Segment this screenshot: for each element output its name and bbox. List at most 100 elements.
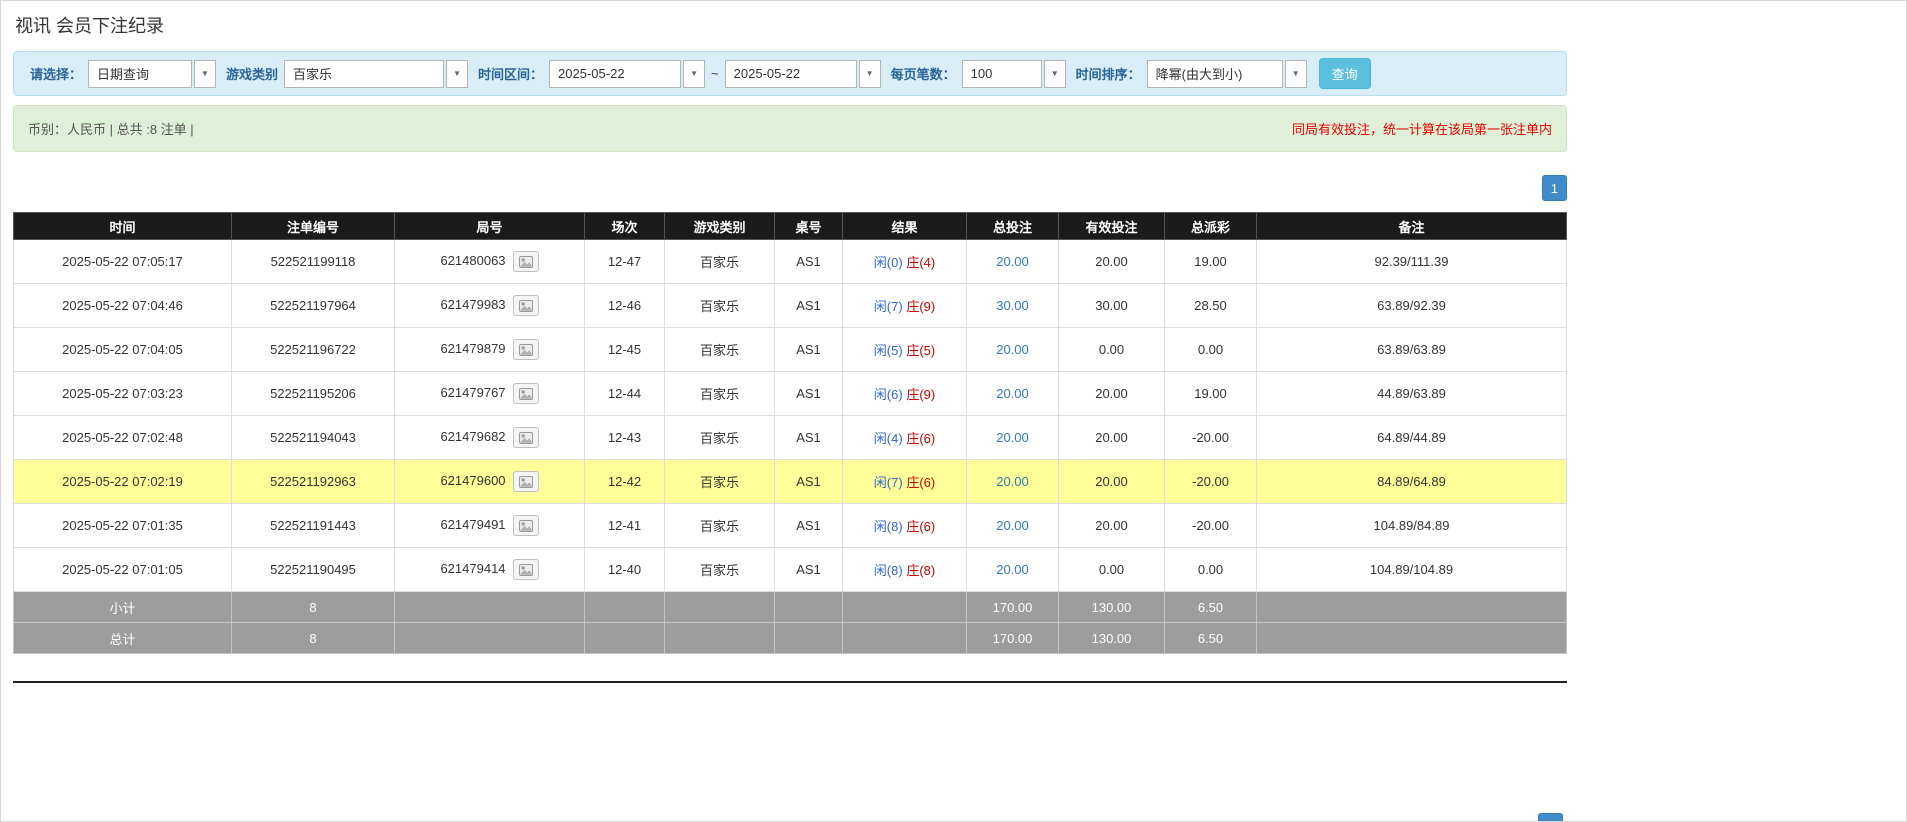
total-bet-link[interactable]: 30.00 xyxy=(996,298,1029,313)
cell-round-id: 621479983 xyxy=(394,283,585,328)
table-row: 2025-05-22 07:02:48 522521194043 621479682… xyxy=(13,415,1567,460)
cell-round-id: 621479767 xyxy=(394,371,585,416)
game-type-combobox[interactable]: 百家乐 ▼ xyxy=(284,59,469,88)
subtotal-payout: 6.50 xyxy=(1164,591,1257,623)
sort-order-combobox[interactable]: 降幂(由大到小) ▼ xyxy=(1146,59,1307,88)
video-preview-icon xyxy=(518,431,533,444)
round-media-button[interactable] xyxy=(512,559,539,580)
result-banker: 庄(6) xyxy=(906,519,936,534)
total-bet-link[interactable]: 20.00 xyxy=(996,254,1029,269)
empty-cell xyxy=(584,622,665,654)
cell-round-id: 621479414 xyxy=(394,547,585,592)
round-media-button[interactable] xyxy=(512,339,539,360)
round-media-button[interactable] xyxy=(512,515,539,536)
cell-total-bet: 20.00 xyxy=(966,239,1059,284)
date-to-combobox[interactable]: 2025-05-22 ▼ xyxy=(724,59,881,88)
valid-bet-notice: 同局有效投注，统一计算在该局第一张注单内 xyxy=(1291,122,1552,137)
total-bet-link[interactable]: 20.00 xyxy=(996,518,1029,533)
cell-valid-bet: 20.00 xyxy=(1058,459,1165,504)
round-media-button[interactable] xyxy=(512,427,539,448)
total-bet-link[interactable]: 20.00 xyxy=(996,474,1029,489)
empty-cell xyxy=(664,591,775,623)
chevron-down-icon[interactable]: ▼ xyxy=(683,59,706,88)
page-size-value[interactable]: 100 xyxy=(961,59,1042,88)
video-preview-icon xyxy=(518,387,533,400)
sort-order-value[interactable]: 降幂(由大到小) xyxy=(1146,59,1283,88)
cell-note: 44.89/63.89 xyxy=(1256,371,1567,416)
table-row: 2025-05-22 07:03:23 522521195206 621479767… xyxy=(13,371,1567,416)
cell-round-id: 621479682 xyxy=(394,415,585,460)
chevron-down-icon[interactable]: ▼ xyxy=(1284,59,1307,88)
empty-cell xyxy=(664,622,775,654)
cell-total-bet: 20.00 xyxy=(966,327,1059,372)
query-type-combobox[interactable]: 日期查询 ▼ xyxy=(88,59,217,88)
empty-cell xyxy=(774,622,843,654)
cell-game-type: 百家乐 xyxy=(664,459,775,504)
result-player: 闲(8) xyxy=(873,563,903,578)
video-preview-icon xyxy=(518,563,533,576)
query-button[interactable]: 查询 xyxy=(1318,58,1371,89)
date-to-value[interactable]: 2025-05-22 xyxy=(724,59,857,88)
cell-note: 63.89/63.89 xyxy=(1256,327,1567,372)
cell-valid-bet: 20.00 xyxy=(1058,503,1165,548)
cell-game-type: 百家乐 xyxy=(664,283,775,328)
cell-payout: -20.00 xyxy=(1164,415,1257,460)
cell-bet-id: 522521199118 xyxy=(231,239,395,284)
cell-bet-id: 522521192963 xyxy=(231,459,395,504)
chevron-down-icon[interactable]: ▼ xyxy=(446,59,469,88)
cell-result: 闲(8) 庄(6) xyxy=(842,503,967,548)
game-type-value[interactable]: 百家乐 xyxy=(284,59,445,88)
table-row: 2025-05-22 07:04:05 522521196722 621479879… xyxy=(13,327,1567,372)
empty-cell xyxy=(394,622,585,654)
page-1-button[interactable]: 1 xyxy=(1541,175,1567,201)
total-bet-link[interactable]: 20.00 xyxy=(996,386,1029,401)
round-media-button[interactable] xyxy=(512,251,539,272)
chevron-down-icon[interactable]: ▼ xyxy=(1043,59,1066,88)
cell-result: 闲(5) 庄(5) xyxy=(842,327,967,372)
chevron-down-icon[interactable]: ▼ xyxy=(194,59,217,88)
cell-session: 12-41 xyxy=(584,503,665,548)
cell-bet-id: 522521197964 xyxy=(231,283,395,328)
cell-table-no: AS1 xyxy=(774,503,843,548)
cell-round-id: 621480063 xyxy=(394,239,585,284)
column-header: 备注 xyxy=(1256,212,1567,240)
filter-bar: 请选择： 日期查询 ▼ 游戏类别 百家乐 ▼ 时间区间： 2025-05-22 … xyxy=(13,51,1567,96)
table-header-row: 时间 注单编号 局号 场次 游戏类别 桌号 结果 总投注 有效投注 总派彩 备注 xyxy=(13,212,1567,240)
cell-time: 2025-05-22 07:04:46 xyxy=(13,283,232,328)
page-1-button-bottom[interactable]: 1 xyxy=(1538,813,1564,821)
video-preview-icon xyxy=(518,475,533,488)
total-bet-link[interactable]: 20.00 xyxy=(996,430,1029,445)
cell-bet-id: 522521196722 xyxy=(231,327,395,372)
round-id-text: 621479491 xyxy=(440,516,506,532)
query-type-value[interactable]: 日期查询 xyxy=(88,59,193,88)
chevron-down-icon[interactable]: ▼ xyxy=(858,59,881,88)
round-media-button[interactable] xyxy=(512,471,539,492)
round-media-button[interactable] xyxy=(512,295,539,316)
column-header: 场次 xyxy=(584,212,665,240)
total-bet-link[interactable]: 20.00 xyxy=(996,562,1029,577)
cell-time: 2025-05-22 07:04:05 xyxy=(13,327,232,372)
cell-result: 闲(7) 庄(9) xyxy=(842,283,967,328)
section-divider xyxy=(13,681,1567,683)
video-preview-icon xyxy=(518,519,533,532)
query-type-label: 请选择： xyxy=(30,67,83,82)
cell-bet-id: 522521194043 xyxy=(231,415,395,460)
cell-time: 2025-05-22 07:02:48 xyxy=(13,415,232,460)
cell-note: 63.89/92.39 xyxy=(1256,283,1567,328)
cell-payout: -20.00 xyxy=(1164,503,1257,548)
empty-cell xyxy=(842,591,967,623)
column-header: 时间 xyxy=(13,212,232,240)
date-from-combobox[interactable]: 2025-05-22 ▼ xyxy=(549,59,706,88)
page-size-combobox[interactable]: 100 ▼ xyxy=(961,59,1066,88)
cell-payout: 0.00 xyxy=(1164,327,1257,372)
total-bet-link[interactable]: 20.00 xyxy=(996,342,1029,357)
total-valid-bet: 130.00 xyxy=(1058,622,1165,654)
date-from-value[interactable]: 2025-05-22 xyxy=(549,59,682,88)
empty-cell xyxy=(394,591,585,623)
result-player: 闲(0) xyxy=(873,255,903,270)
cell-valid-bet: 30.00 xyxy=(1058,283,1165,328)
result-banker: 庄(9) xyxy=(906,299,936,314)
cell-time: 2025-05-22 07:05:17 xyxy=(13,239,232,284)
result-banker: 庄(8) xyxy=(906,563,936,578)
round-media-button[interactable] xyxy=(512,383,539,404)
